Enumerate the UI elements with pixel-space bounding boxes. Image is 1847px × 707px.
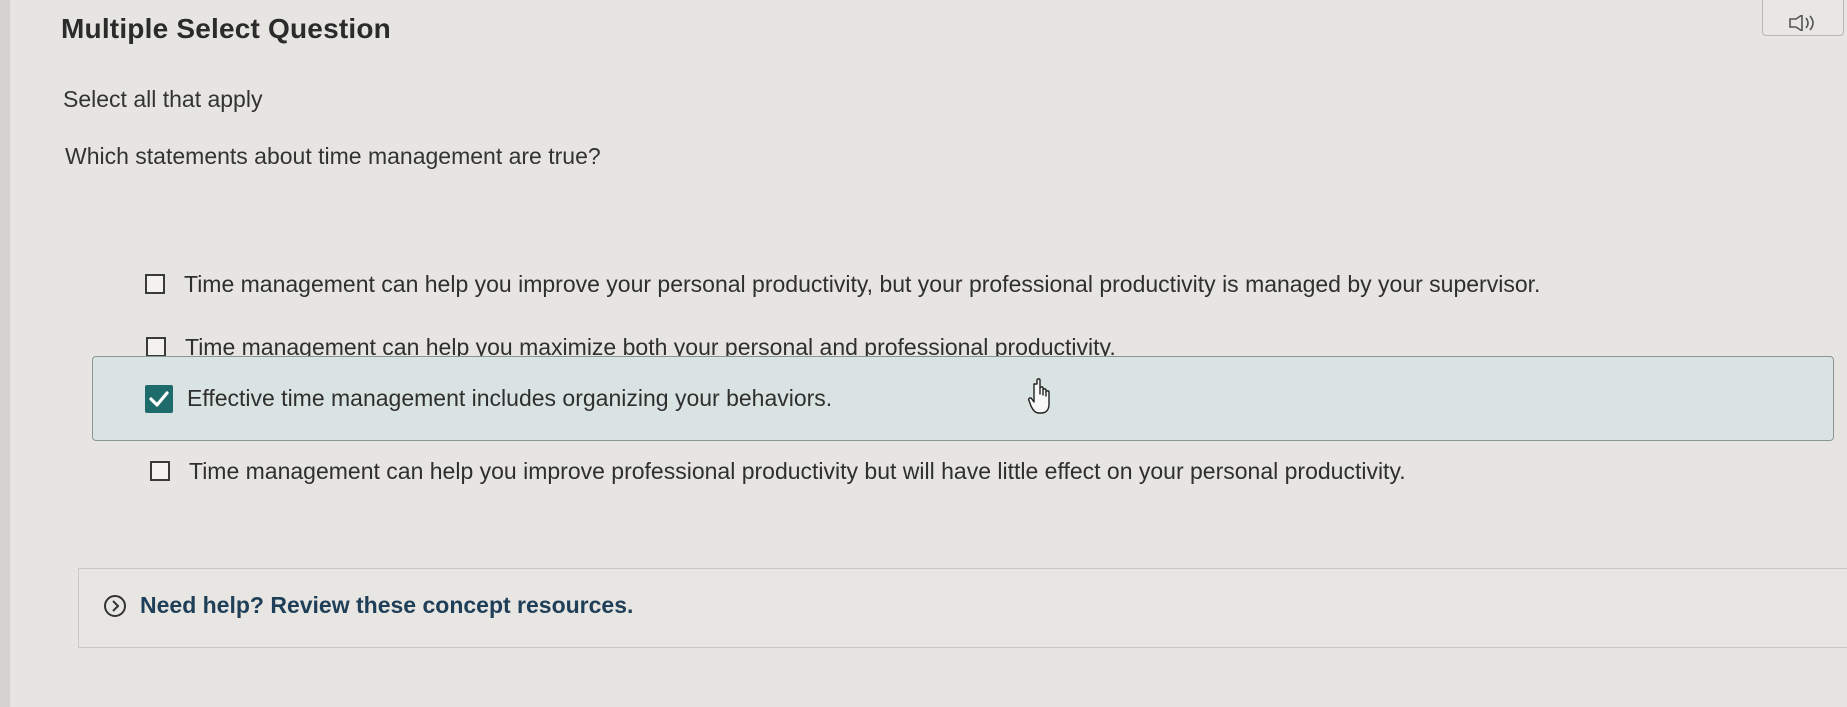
answer-option-3[interactable]: Effective time management includes organ… bbox=[92, 356, 1834, 441]
question-type-heading: Multiple Select Question bbox=[61, 13, 391, 44]
read-aloud-button[interactable] bbox=[1762, 0, 1844, 36]
page-left-edge bbox=[0, 0, 10, 707]
need-help-toggle[interactable]: Need help? Review these concept resource… bbox=[104, 592, 633, 619]
question-prompt: Which statements about time management a… bbox=[65, 143, 601, 169]
answer-option-label: Time management can help you improve you… bbox=[184, 270, 1541, 297]
speaker-icon bbox=[1789, 15, 1814, 31]
answer-option-4[interactable]: Time management can help you improve pro… bbox=[150, 453, 1550, 489]
checkbox-checked[interactable] bbox=[145, 384, 173, 413]
question-instruction: Select all that apply bbox=[63, 86, 263, 112]
answer-option-label: Time management can help you improve pro… bbox=[189, 457, 1406, 484]
checkbox-unchecked[interactable] bbox=[146, 337, 166, 357]
need-help-link[interactable]: Need help? Review these concept resource… bbox=[140, 592, 633, 619]
checkbox-unchecked[interactable] bbox=[145, 274, 165, 294]
checkmark-icon bbox=[149, 390, 169, 407]
hand-pointer-cursor-icon bbox=[1028, 378, 1050, 414]
answer-option-1[interactable]: Time management can help you improve you… bbox=[145, 266, 1695, 302]
chevron-right-circle-icon bbox=[104, 594, 126, 617]
checkbox-unchecked[interactable] bbox=[150, 461, 170, 481]
answer-option-label: Effective time management includes organ… bbox=[187, 385, 833, 411]
